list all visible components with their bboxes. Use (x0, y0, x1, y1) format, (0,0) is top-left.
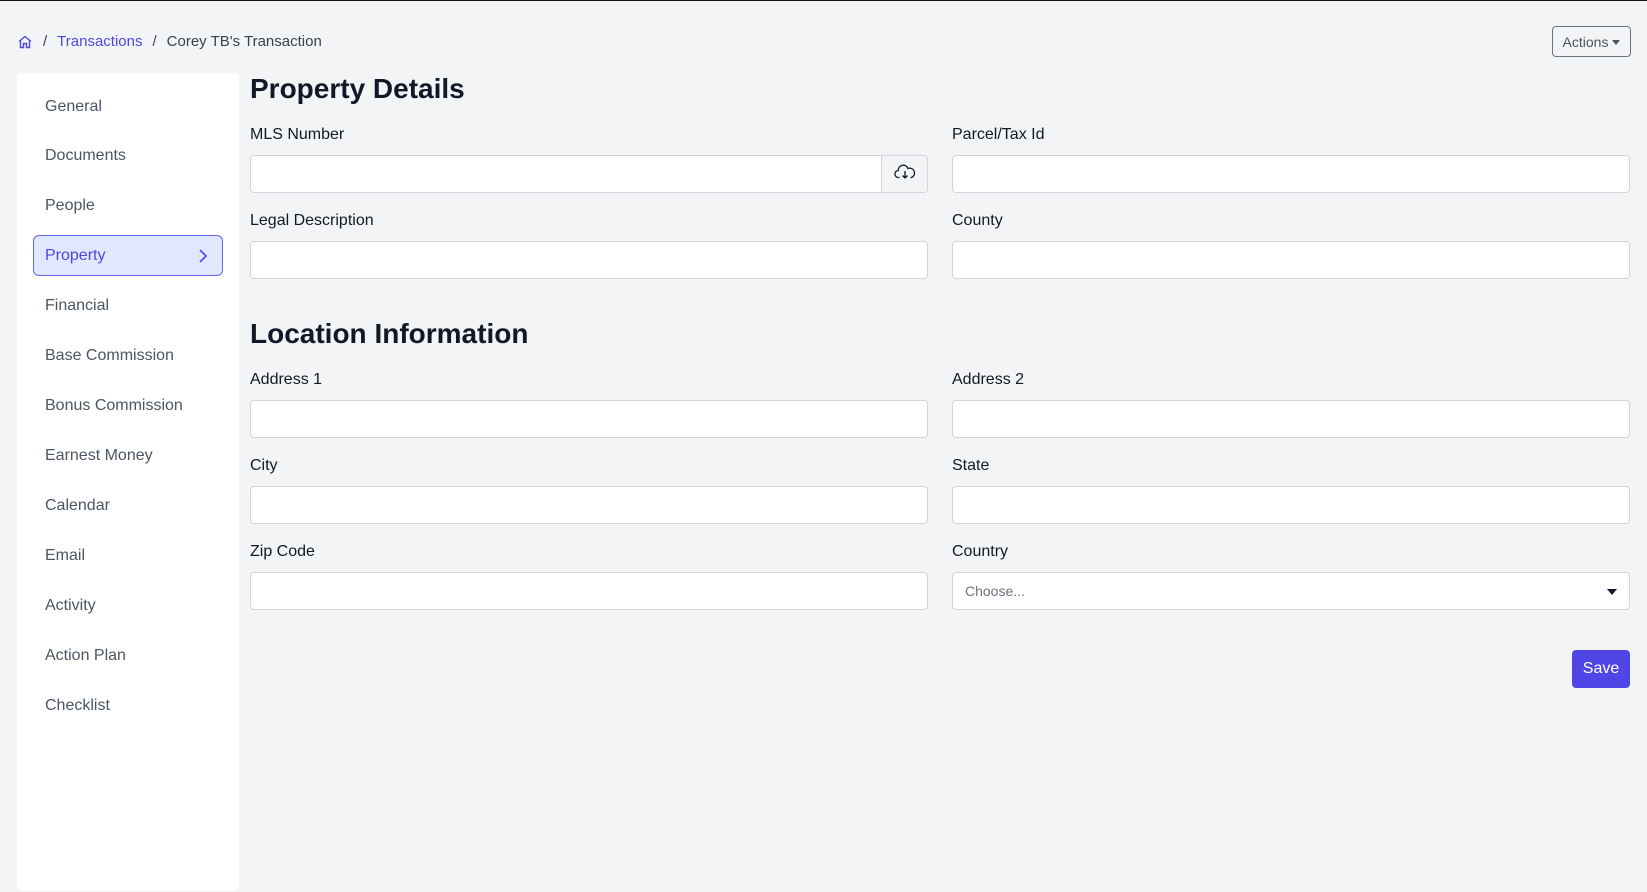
sidebar-item-label: Earnest Money (45, 446, 153, 464)
sidebar-item-label: Email (45, 546, 86, 564)
sidebar-item-email[interactable]: Email (33, 535, 223, 576)
city-label: City (250, 457, 278, 474)
address1-label: Address 1 (250, 371, 323, 388)
city-input[interactable] (250, 486, 928, 524)
home-icon[interactable] (17, 34, 33, 50)
sidebar-item-label: People (45, 196, 95, 214)
sidebar-item-label: Activity (45, 596, 96, 614)
sidebar-item-label: Calendar (45, 496, 110, 514)
address2-label: Address 2 (952, 371, 1025, 388)
zip-code-input[interactable] (250, 572, 928, 610)
breadcrumb: / Transactions / Corey TB's Transaction (17, 33, 322, 50)
state-label: State (952, 457, 990, 474)
sidebar-item-label: Property (45, 246, 106, 264)
parcel-tax-id-input[interactable] (952, 155, 1630, 193)
mls-import-button[interactable] (882, 155, 928, 193)
caret-down-icon (1612, 39, 1621, 45)
sidebar-item-label: Financial (45, 296, 110, 314)
sidebar-item-calendar[interactable]: Calendar (33, 485, 223, 526)
country-select[interactable]: Choose... (952, 572, 1630, 610)
breadcrumb-separator: / (152, 33, 157, 50)
state-input[interactable] (952, 486, 1630, 524)
sidebar: General Documents People Property Financ… (17, 73, 239, 891)
sidebar-item-label: Bonus Commission (45, 396, 183, 414)
property-details-title: Property Details (250, 73, 465, 104)
sidebar-item-people[interactable]: People (33, 185, 223, 226)
sidebar-item-label: Action Plan (45, 646, 126, 664)
mls-number-label: MLS Number (250, 126, 345, 143)
caret-down-icon (1607, 589, 1617, 595)
breadcrumb-transactions-link[interactable]: Transactions (57, 33, 142, 50)
county-label: County (952, 212, 1003, 229)
parcel-tax-id-label: Parcel/Tax Id (952, 126, 1045, 143)
country-label: Country (952, 543, 1009, 560)
sidebar-item-earnest-money[interactable]: Earnest Money (33, 435, 223, 476)
sidebar-item-label: General (45, 97, 102, 115)
sidebar-item-label: Checklist (45, 696, 110, 714)
address2-input[interactable] (952, 400, 1630, 438)
sidebar-item-bonus-commission[interactable]: Bonus Commission (33, 385, 223, 426)
sidebar-item-label: Base Commission (45, 346, 174, 364)
breadcrumb-separator: / (43, 33, 48, 50)
sidebar-item-property[interactable]: Property (33, 235, 223, 276)
actions-label: Actions (1562, 33, 1609, 50)
top-bar: / Transactions / Corey TB's Transaction … (0, 1, 1647, 73)
cloud-download-icon (893, 164, 916, 185)
legal-description-label: Legal Description (250, 212, 374, 229)
sidebar-item-general[interactable]: General (33, 86, 223, 127)
sidebar-item-financial[interactable]: Financial (33, 285, 223, 326)
country-selected-value: Choose... (965, 583, 1025, 599)
sidebar-item-activity[interactable]: Activity (33, 585, 223, 626)
actions-dropdown-button[interactable]: Actions (1552, 26, 1631, 57)
sidebar-item-checklist[interactable]: Checklist (33, 685, 223, 726)
save-button[interactable]: Save (1572, 650, 1630, 688)
zip-code-label: Zip Code (250, 543, 315, 560)
chevron-right-icon (196, 248, 210, 264)
breadcrumb-current: Corey TB's Transaction (166, 33, 322, 50)
sidebar-item-action-plan[interactable]: Action Plan (33, 635, 223, 676)
legal-description-input[interactable] (250, 241, 928, 279)
sidebar-item-label: Documents (45, 146, 126, 164)
sidebar-item-documents[interactable]: Documents (33, 135, 223, 176)
county-input[interactable] (952, 241, 1630, 279)
mls-number-input[interactable] (250, 155, 882, 193)
address1-input[interactable] (250, 400, 928, 438)
location-information-title: Location Information (250, 318, 529, 349)
sidebar-item-base-commission[interactable]: Base Commission (33, 335, 223, 376)
